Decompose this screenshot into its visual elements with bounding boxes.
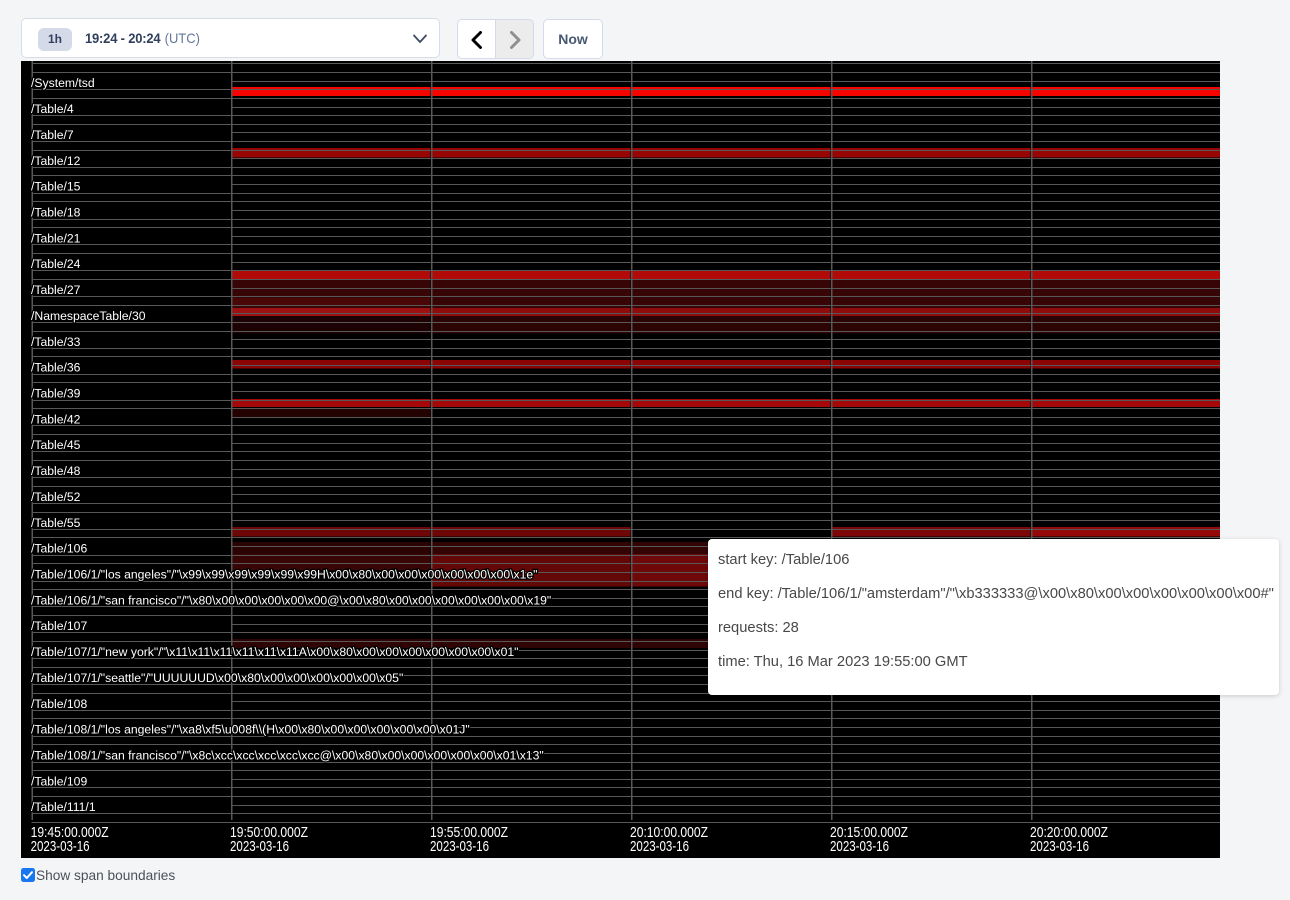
svg-text:/Table/108/1/"los angeles"/"\x: /Table/108/1/"los angeles"/"\xa8\xf5\u00… <box>31 723 470 737</box>
svg-text:/Table/7: /Table/7 <box>31 128 74 142</box>
svg-text:/Table/109: /Table/109 <box>31 774 87 788</box>
svg-text:/Table/111/1: /Table/111/1 <box>31 800 96 814</box>
svg-text:/Table/108/1/"san francisco"/": /Table/108/1/"san francisco"/"\x8c\xcc\x… <box>31 749 544 763</box>
svg-text:2023-03-16: 2023-03-16 <box>630 839 689 855</box>
svg-text:/Table/107: /Table/107 <box>31 619 87 633</box>
svg-text:2023-03-16: 2023-03-16 <box>31 839 90 855</box>
svg-text:/Table/106/1/"san francisco"/": /Table/106/1/"san francisco"/"\x80\x00\x… <box>31 593 551 607</box>
svg-text:/Table/39: /Table/39 <box>31 387 81 401</box>
svg-text:/Table/45: /Table/45 <box>31 438 81 452</box>
svg-text:/Table/21: /Table/21 <box>31 231 81 245</box>
svg-text:/Table/106/1/"los angeles"/"\x: /Table/106/1/"los angeles"/"\x99\x99\x99… <box>31 568 537 582</box>
svg-text:/Table/4: /Table/4 <box>31 102 74 116</box>
svg-text:/System/tsd: /System/tsd <box>31 76 95 90</box>
svg-text:/Table/52: /Table/52 <box>31 490 81 504</box>
svg-text:/Table/33: /Table/33 <box>31 335 81 349</box>
svg-text:/Table/36: /Table/36 <box>31 361 81 375</box>
svg-text:/Table/48: /Table/48 <box>31 464 81 478</box>
svg-text:/Table/24: /Table/24 <box>31 257 81 271</box>
svg-text:/Table/107/1/"seattle"/"UUUUUU: /Table/107/1/"seattle"/"UUUUUUD\x00\x80\… <box>31 671 403 685</box>
svg-text:/Table/27: /Table/27 <box>31 283 81 297</box>
svg-text:/Table/55: /Table/55 <box>31 516 81 530</box>
svg-text:/Table/107/1/"new york"/"\x11\: /Table/107/1/"new york"/"\x11\x11\x11\x1… <box>31 645 519 659</box>
svg-text:/Table/12: /Table/12 <box>31 154 81 168</box>
svg-text:/Table/106: /Table/106 <box>31 542 87 556</box>
svg-text:2023-03-16: 2023-03-16 <box>1030 839 1089 855</box>
svg-text:/Table/42: /Table/42 <box>31 412 81 426</box>
svg-text:2023-03-16: 2023-03-16 <box>430 839 489 855</box>
svg-text:/Table/108: /Table/108 <box>31 697 87 711</box>
svg-text:/Table/18: /Table/18 <box>31 206 81 220</box>
svg-text:/Table/15: /Table/15 <box>31 180 81 194</box>
svg-text:2023-03-16: 2023-03-16 <box>830 839 889 855</box>
svg-text:/NamespaceTable/30: /NamespaceTable/30 <box>31 309 146 323</box>
svg-text:2023-03-16: 2023-03-16 <box>230 839 289 855</box>
